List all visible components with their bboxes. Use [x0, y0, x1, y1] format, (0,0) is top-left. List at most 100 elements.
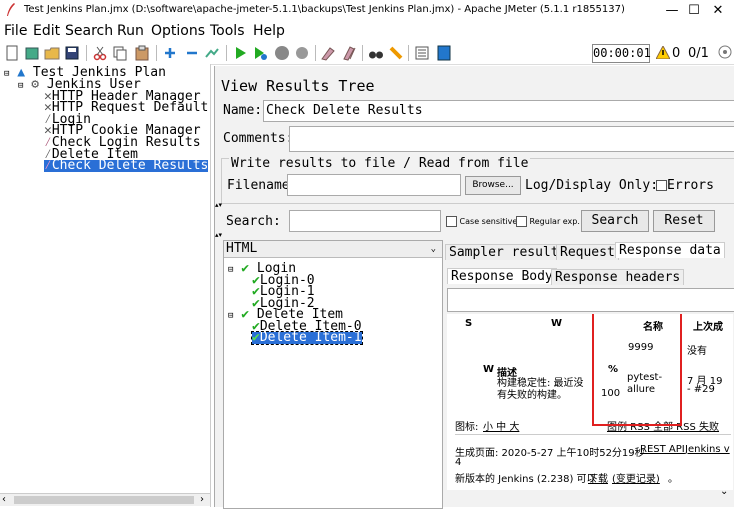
red-highlight-box — [592, 314, 682, 426]
scroll-left-icon[interactable]: ‹ — [2, 494, 6, 505]
templates-icon[interactable] — [24, 45, 40, 61]
jenkins-version-num: 4 — [455, 457, 462, 468]
col-last-success-header: 上次成 — [693, 322, 723, 333]
clear-icon[interactable] — [320, 45, 336, 61]
toolbar-separator — [156, 45, 157, 61]
menu-search[interactable]: Search — [65, 23, 113, 39]
download-link[interactable]: 下载 — [588, 470, 608, 485]
col-w-header: W — [551, 318, 563, 329]
tab-response-data[interactable]: Response data — [615, 242, 725, 258]
function-helper-icon[interactable] — [414, 45, 430, 61]
icon-size-links[interactable]: 小 中 大 — [483, 418, 519, 433]
tree-item-check-delete[interactable]: ⁄Check Delete Results — [44, 159, 209, 172]
regex-box[interactable] — [516, 216, 527, 227]
toolbar-separator — [408, 45, 409, 61]
html-render-view: S W 名称 上次成 9999 没有 W 描述 % 构建稳定性: 最近没有失败的… — [447, 314, 733, 490]
collapse-all-icon[interactable] — [184, 45, 200, 61]
toolbar-separator — [362, 45, 363, 61]
toolbar-separator — [315, 45, 316, 61]
menu-bar: File Edit Search Run Options Tools Help — [0, 22, 734, 42]
start-icon[interactable] — [232, 45, 248, 61]
title-bar: Test Jenkins Plan.jmx (D:\software\apach… — [0, 0, 734, 22]
panel-title: View Results Tree — [221, 77, 375, 95]
reset-search-icon[interactable] — [388, 45, 404, 61]
tab-response-body[interactable]: Response Body — [447, 268, 557, 284]
search-button[interactable]: Search — [581, 210, 649, 232]
period-text: 。 — [668, 474, 678, 485]
scroll-thumb[interactable] — [14, 496, 194, 504]
tab-sampler-result[interactable]: Sampler result — [445, 244, 563, 260]
case-sensitive-checkbox[interactable]: Case sensitive — [446, 216, 517, 227]
name-label: Name: — [223, 103, 263, 118]
search-input[interactable] — [289, 210, 441, 232]
search-binoculars-icon[interactable] — [368, 45, 384, 61]
save-icon[interactable] — [64, 45, 80, 61]
footer-divider — [455, 434, 731, 435]
name-input[interactable]: Check Delete Results — [263, 100, 734, 122]
menu-run[interactable]: Run — [117, 23, 144, 39]
toolbar-separator — [86, 45, 87, 61]
changelog-link[interactable]: (变更记录) — [612, 470, 660, 485]
close-button[interactable]: ✕ — [704, 2, 732, 20]
copy-icon[interactable] — [112, 45, 128, 61]
jmeter-feather-icon — [7, 3, 15, 16]
filename-label: Filename — [227, 178, 290, 193]
regex-checkbox[interactable]: Regular exp. — [516, 216, 580, 227]
browse-button[interactable]: Browse... — [465, 176, 521, 195]
search-label: Search: — [226, 214, 281, 229]
menu-file[interactable]: File — [4, 23, 27, 39]
paste-icon[interactable] — [134, 45, 150, 61]
remote-status-icon[interactable] — [718, 45, 732, 59]
sample-results-tree[interactable]: HTML ⌄ ⊟ ✔ Login ✔Login-0 ✔Login-1 ✔Logi… — [223, 240, 443, 509]
help-icon[interactable] — [436, 45, 452, 61]
new-icon[interactable] — [4, 45, 20, 61]
window-title: Test Jenkins Plan.jmx (D:\software\apach… — [24, 4, 625, 15]
rest-api-link[interactable]: REST API — [640, 444, 685, 455]
log-display-label: Log/Display Only: — [525, 178, 659, 193]
clear-all-icon[interactable] — [342, 45, 358, 61]
expand-all-icon[interactable] — [162, 45, 178, 61]
toggle-icon[interactable] — [204, 45, 220, 61]
sample-delete-item-1[interactable]: ✔Delete Item-1 — [251, 331, 363, 345]
warning-icon[interactable] — [656, 46, 670, 59]
icon-size-label: 图标: — [455, 422, 479, 433]
thread-count: 0/1 — [688, 46, 709, 61]
renderer-select[interactable]: HTML ⌄ — [224, 241, 442, 258]
errors-checkbox-box[interactable] — [656, 180, 667, 191]
response-search-field[interactable] — [447, 288, 734, 312]
tab-response-headers[interactable]: Response headers — [551, 269, 685, 285]
generated-text: 生成页面: 2020-5-27 上午10时52分19秒 — [455, 448, 645, 459]
split-divider[interactable]: ▴▾ — [215, 202, 734, 209]
col-s-header: S — [465, 318, 473, 329]
errors-checkbox[interactable]: Errors — [656, 178, 714, 193]
test-plan-tree[interactable]: ⊟ ▲ Test Jenkins Plan ⊟ ⚙ Jenkins User ✕… — [0, 64, 211, 507]
reset-button[interactable]: Reset — [653, 210, 715, 232]
warning-count: 0 — [672, 46, 681, 61]
view-results-tree-panel: View Results Tree Name: Check Delete Res… — [214, 66, 734, 509]
elapsed-timer: 00:00:01 — [592, 44, 651, 63]
comments-input[interactable] — [289, 126, 734, 152]
desc-label: 描述 — [497, 368, 517, 379]
start-no-pauses-icon[interactable] — [252, 45, 268, 61]
scroll-right-icon[interactable]: › — [200, 494, 204, 505]
comments-label: Comments: — [223, 131, 294, 146]
menu-tools[interactable]: Tools — [210, 23, 245, 39]
case-sensitive-box[interactable] — [446, 216, 457, 227]
shutdown-icon[interactable] — [294, 45, 310, 61]
filename-input[interactable] — [287, 174, 461, 196]
new-version-text: 新版本的 Jenkins (2.238) 可以 — [455, 474, 597, 485]
split-divider-2[interactable]: ▴▾ — [215, 232, 734, 239]
menu-help[interactable]: Help — [253, 23, 285, 39]
stop-icon[interactable] — [274, 45, 290, 61]
open-icon[interactable] — [44, 45, 60, 61]
desc-text: 构建稳定性: 最近没有失败的构建。 — [497, 378, 584, 401]
cut-icon[interactable] — [92, 45, 108, 61]
tab-request[interactable]: Request — [556, 244, 619, 260]
menu-options[interactable]: Options — [151, 23, 205, 39]
menu-edit[interactable]: Edit — [33, 23, 60, 39]
tree-horizontal-scrollbar[interactable]: ‹ › — [0, 493, 210, 506]
chevron-down-icon[interactable]: ⌄ — [431, 241, 436, 257]
jenkins-version-link[interactable]: Jenkins v — [685, 444, 730, 455]
scroll-down-icon[interactable]: ⌄ — [720, 486, 728, 497]
value-none: 没有 — [687, 346, 707, 357]
